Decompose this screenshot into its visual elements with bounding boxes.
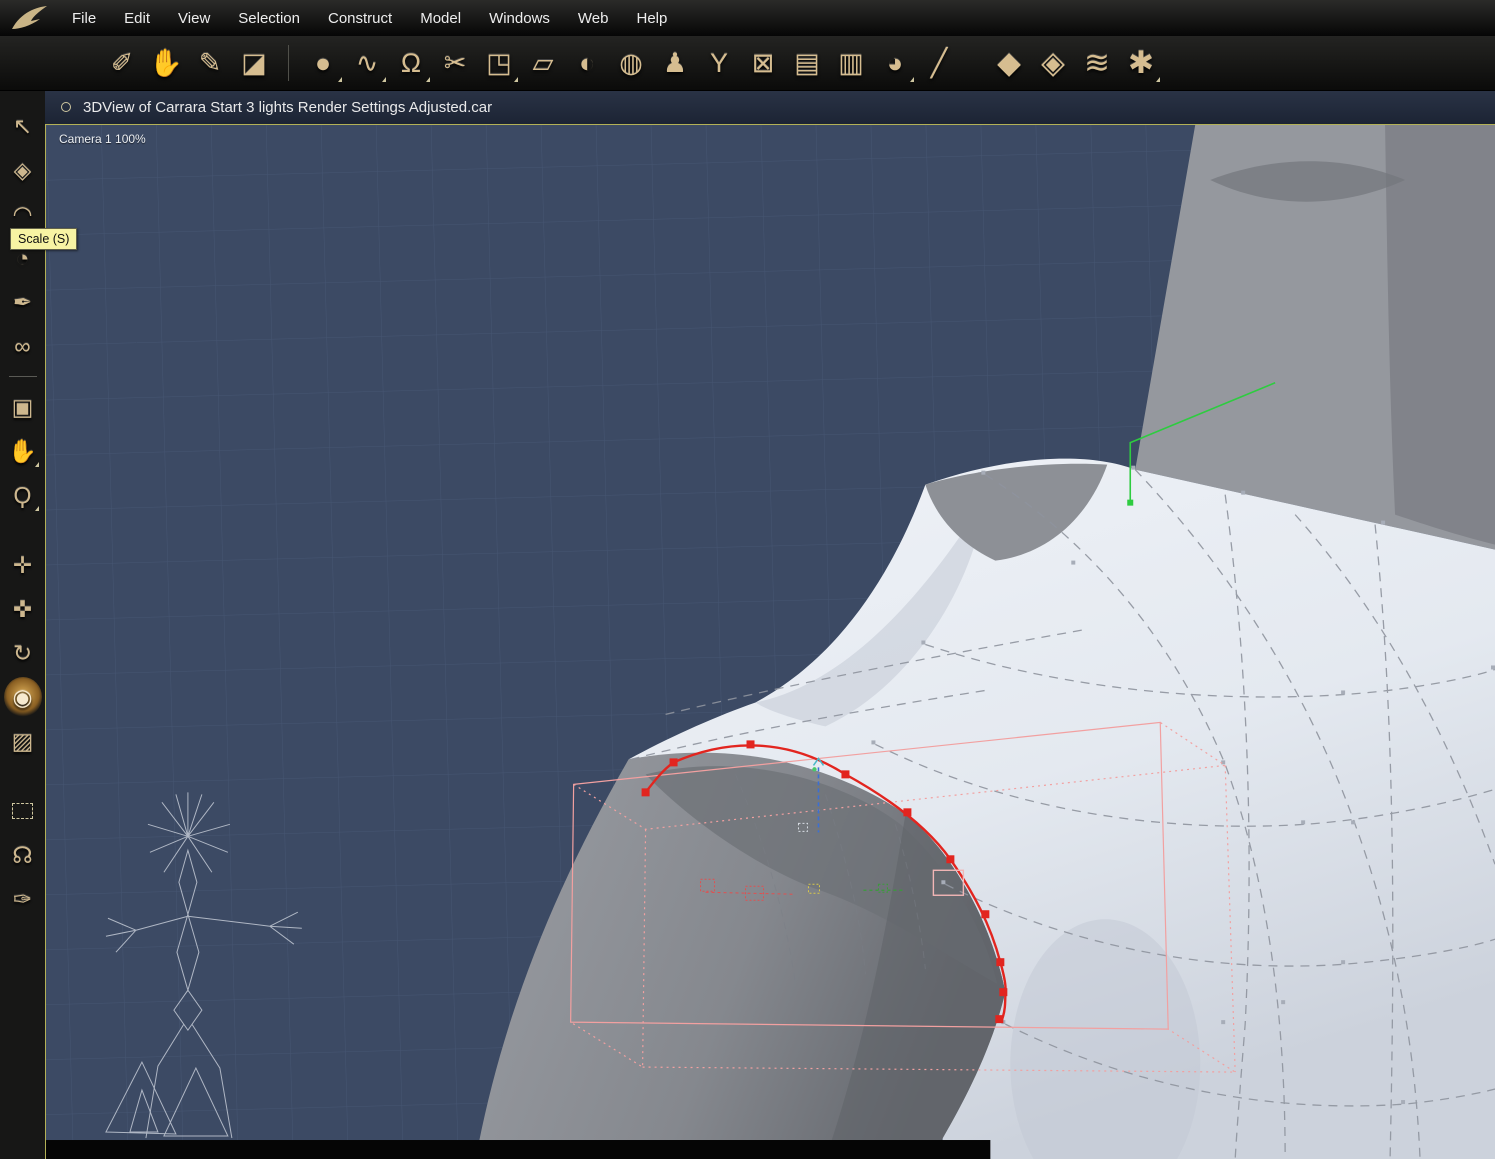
vase-tool-icon[interactable]: ♟ xyxy=(653,40,697,86)
viewport-title: 3DView of Carrara Start 3 lights Render … xyxy=(83,98,493,116)
smudge-tool-icon[interactable]: ◪ xyxy=(232,40,276,86)
curve-tool-icon[interactable]: ∿ xyxy=(345,40,389,86)
camera-tool-icon[interactable]: ▣ xyxy=(4,387,42,427)
preview-box-tool-icon[interactable]: ▨ xyxy=(4,721,42,761)
menu-help[interactable]: Help xyxy=(623,0,682,36)
shaded-sphere-tool-icon[interactable]: ◕ xyxy=(873,40,917,86)
menu-web[interactable]: Web xyxy=(564,0,623,36)
polygon-tool-icon[interactable]: ▱ xyxy=(521,40,565,86)
sphere-primitive-tool-icon[interactable]: ● xyxy=(301,40,345,86)
link-tool-icon[interactable]: ∞ xyxy=(4,326,42,366)
marquee-box xyxy=(12,803,33,819)
lasso-tool-icon[interactable]: ☊ xyxy=(4,835,42,875)
glass-tool-icon[interactable]: Y xyxy=(697,40,741,86)
move-xz-tool-icon[interactable]: ✜ xyxy=(4,589,42,629)
delete-face-tool-icon[interactable]: ⊠ xyxy=(741,40,785,86)
clipboard-tool-icon[interactable]: ▥ xyxy=(829,40,873,86)
menu-windows[interactable]: Windows xyxy=(475,0,564,36)
menu-view[interactable]: View xyxy=(164,0,224,36)
viewport-canvas[interactable] xyxy=(45,124,1495,1159)
scissors-tool-icon[interactable]: ✂ xyxy=(433,40,477,86)
spray-tool-icon[interactable]: ✐ xyxy=(100,40,144,86)
carrara-logo xyxy=(0,2,58,34)
page-bend-tool-icon[interactable]: ◆ xyxy=(987,40,1031,86)
viewport-panel: 3DView of Carrara Start 3 lights Render … xyxy=(45,90,1495,1159)
menu-edit[interactable]: Edit xyxy=(110,0,164,36)
paintbrush-tool-icon[interactable]: ✑ xyxy=(4,879,42,919)
wrench-tool-icon[interactable]: ✎ xyxy=(188,40,232,86)
scale-tool-icon[interactable]: ◈ xyxy=(4,150,42,190)
eyedropper-tool-icon[interactable]: ✒ xyxy=(4,282,42,322)
viewport-bottom-strip xyxy=(46,1140,991,1159)
sidebar-separator xyxy=(8,376,37,377)
dolly-tool-icon[interactable]: ◉ xyxy=(3,677,42,717)
lathe-tool-icon[interactable]: ◍ xyxy=(609,40,653,86)
modeling-toolbar: ✐ ✋ ✎ ◪ ● ∿ Ω ✂ ◳ ▱ ◐ ◍ ♟ Y ⊠ ▤ ▥ ◕ ╱ ◆ … xyxy=(0,36,1495,91)
magnet-tool-icon[interactable]: Ω xyxy=(389,40,433,86)
page-flip-tool-icon[interactable]: ◈ xyxy=(1031,40,1075,86)
carrara-logo-icon xyxy=(12,6,47,29)
camera-selector[interactable]: Camera 1 100% xyxy=(59,132,146,146)
hand-tool-icon[interactable]: ✋ xyxy=(144,40,188,86)
half-sphere-tool-icon[interactable]: ◐ xyxy=(565,40,609,86)
move-xy-tool-icon[interactable]: ✛ xyxy=(4,545,42,585)
orbit-tool-icon[interactable]: ↻ xyxy=(4,633,42,673)
ribbon-tool-icon[interactable]: ✱ xyxy=(1119,40,1163,86)
stack-edit-tool-icon[interactable]: ≋ xyxy=(1075,40,1119,86)
viewport-collapse-icon[interactable] xyxy=(61,102,71,112)
tool-tooltip: Scale (S) xyxy=(10,228,78,250)
menu-construct[interactable]: Construct xyxy=(314,0,406,36)
menu-model[interactable]: Model xyxy=(406,0,475,36)
menu-selection[interactable]: Selection xyxy=(224,0,314,36)
menubar: File Edit View Selection Construct Model… xyxy=(0,0,1495,36)
toolbar-separator xyxy=(288,45,289,81)
pan-tool-icon[interactable]: ✋ xyxy=(4,431,42,471)
corner-select-tool-icon[interactable]: ◳ xyxy=(477,40,521,86)
line-tool-icon[interactable]: ╱ xyxy=(917,40,961,86)
marquee-tool-icon[interactable] xyxy=(4,791,42,831)
block-tool-icon[interactable]: ▤ xyxy=(785,40,829,86)
select-arrow-tool-icon[interactable]: ↖ xyxy=(4,106,42,146)
viewport-titlebar: 3DView of Carrara Start 3 lights Render … xyxy=(45,90,1495,124)
tool-sidebar: ↖ ◈ ◠ ◔ ✒ ∞ ▣ ✋ Ϙ ✛ ✜ ↻ ◉ ▨ ☊ ✑ xyxy=(0,90,45,1159)
zoom-tool-icon[interactable]: Ϙ xyxy=(4,475,42,515)
menu-file[interactable]: File xyxy=(58,0,110,36)
